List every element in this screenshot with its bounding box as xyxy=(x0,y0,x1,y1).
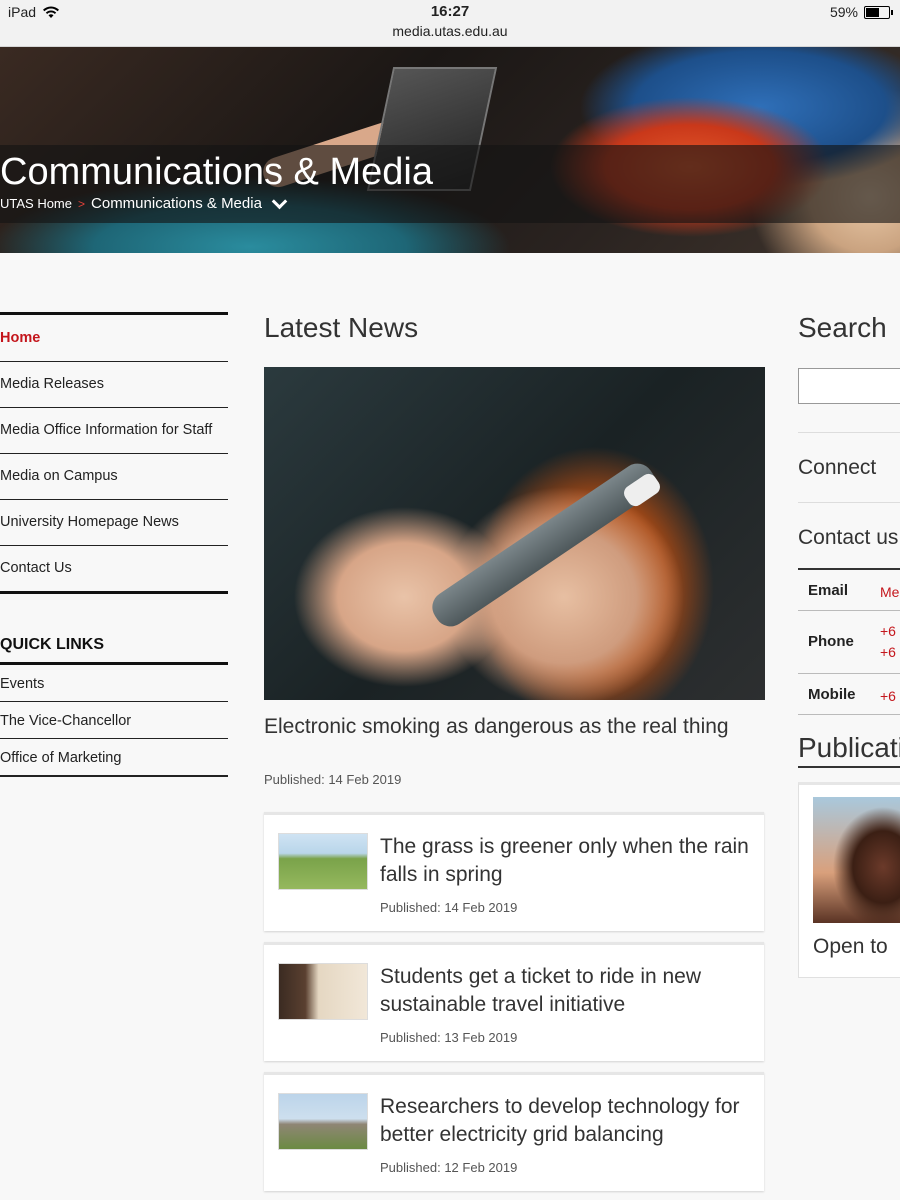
status-bar: iPad 16:27 media.utas.edu.au 59% xyxy=(0,0,900,47)
contact-mobile-link[interactable]: +6 xyxy=(880,686,896,706)
section-nav-list: Home Media Releases Media Office Informa… xyxy=(0,312,228,594)
contact-row-mobile: Mobile +6 xyxy=(798,674,900,715)
feature-news-title[interactable]: Electronic smoking as dangerous as the r… xyxy=(264,712,754,741)
feature-image-device xyxy=(426,457,662,633)
nav-item-home[interactable]: Home xyxy=(0,315,228,361)
publication-caption[interactable]: Open to xyxy=(813,935,888,959)
search-heading: Search xyxy=(798,312,887,343)
breadcrumb-separator: > xyxy=(78,196,86,211)
nav-item-media-releases[interactable]: Media Releases xyxy=(0,361,228,407)
nav-item-contact-us[interactable]: Contact Us xyxy=(0,545,228,591)
battery-percent: 59% xyxy=(829,4,858,20)
left-navigation: Home Media Releases Media Office Informa… xyxy=(0,312,228,777)
search-input[interactable] xyxy=(798,368,900,404)
contact-row-phone: Phone +6 +6 xyxy=(798,611,900,674)
news-card-title[interactable]: Students get a ticket to ride in new sus… xyxy=(380,963,750,1019)
feature-news-date: Published: 14 Feb 2019 xyxy=(264,772,402,787)
contact-phone-link-2[interactable]: +6 xyxy=(880,642,896,662)
contact-row-email: Email Me xyxy=(798,570,900,611)
contact-phone-link[interactable]: +6 xyxy=(880,621,896,641)
news-card-title[interactable]: The grass is greener only when the rain … xyxy=(380,833,750,889)
quick-links-heading: QUICK LINKS xyxy=(0,636,228,665)
nav-item-media-on-campus[interactable]: Media on Campus xyxy=(0,453,228,499)
quick-link-events[interactable]: Events xyxy=(0,665,228,701)
nav-item-homepage-news[interactable]: University Homepage News xyxy=(0,499,228,545)
news-card-date: Published: 12 Feb 2019 xyxy=(380,1160,518,1175)
page-title: Communications & Media xyxy=(0,151,433,193)
status-time: 16:27 xyxy=(430,3,470,20)
nav-item-media-office-info[interactable]: Media Office Information for Staff xyxy=(0,407,228,453)
main-content: Latest News Electronic smoking as danger… xyxy=(264,312,766,1191)
quick-link-vice-chancellor[interactable]: The Vice-Chancellor xyxy=(0,701,228,738)
right-sidebar: Search Connect Contact us Email Me Phone… xyxy=(798,312,900,982)
latest-news-heading: Latest News xyxy=(264,312,419,343)
news-thumbnail-students[interactable] xyxy=(278,963,368,1020)
news-card-title[interactable]: Researchers to develop technology for be… xyxy=(380,1093,750,1149)
contact-label: Mobile xyxy=(808,686,856,703)
news-card[interactable]: Researchers to develop technology for be… xyxy=(264,1072,764,1191)
news-card-date: Published: 13 Feb 2019 xyxy=(380,1030,518,1045)
breadcrumb-home-link[interactable]: UTAS Home xyxy=(0,196,72,211)
contact-email-link[interactable]: Me xyxy=(880,582,899,602)
publication-card[interactable]: Open to xyxy=(798,782,900,978)
quick-links-list: Events The Vice-Chancellor Office of Mar… xyxy=(0,665,228,777)
breadcrumb-current[interactable]: Communications & Media xyxy=(91,195,262,212)
contact-heading: Contact us xyxy=(798,526,899,549)
news-thumbnail-grass[interactable] xyxy=(278,833,368,890)
contact-label: Phone xyxy=(808,633,854,650)
quick-link-office-of-marketing[interactable]: Office of Marketing xyxy=(0,738,228,775)
address-bar-url[interactable]: media.utas.edu.au xyxy=(0,23,900,39)
divider xyxy=(798,432,900,433)
chevron-down-icon[interactable] xyxy=(271,193,288,210)
news-card[interactable]: The grass is greener only when the rain … xyxy=(264,812,764,931)
news-card[interactable]: Students get a ticket to ride in new sus… xyxy=(264,942,764,1061)
publications-heading: Publications xyxy=(798,732,900,768)
connect-heading: Connect xyxy=(798,456,877,479)
news-thumbnail-houses[interactable] xyxy=(278,1093,368,1150)
news-card-date: Published: 14 Feb 2019 xyxy=(380,900,518,915)
contact-table: Email Me Phone +6 +6 Mobile +6 xyxy=(798,568,900,715)
battery-icon xyxy=(864,5,893,19)
hero-banner: Communications & Media UTAS Home > Commu… xyxy=(0,47,900,253)
feature-news-image[interactable] xyxy=(264,367,765,700)
divider xyxy=(798,502,900,503)
publication-image[interactable] xyxy=(813,797,900,923)
contact-label: Email xyxy=(808,582,849,599)
status-right: 59% xyxy=(829,4,893,20)
battery-fill xyxy=(866,7,879,17)
breadcrumb: UTAS Home > Communications & Media xyxy=(0,193,289,212)
